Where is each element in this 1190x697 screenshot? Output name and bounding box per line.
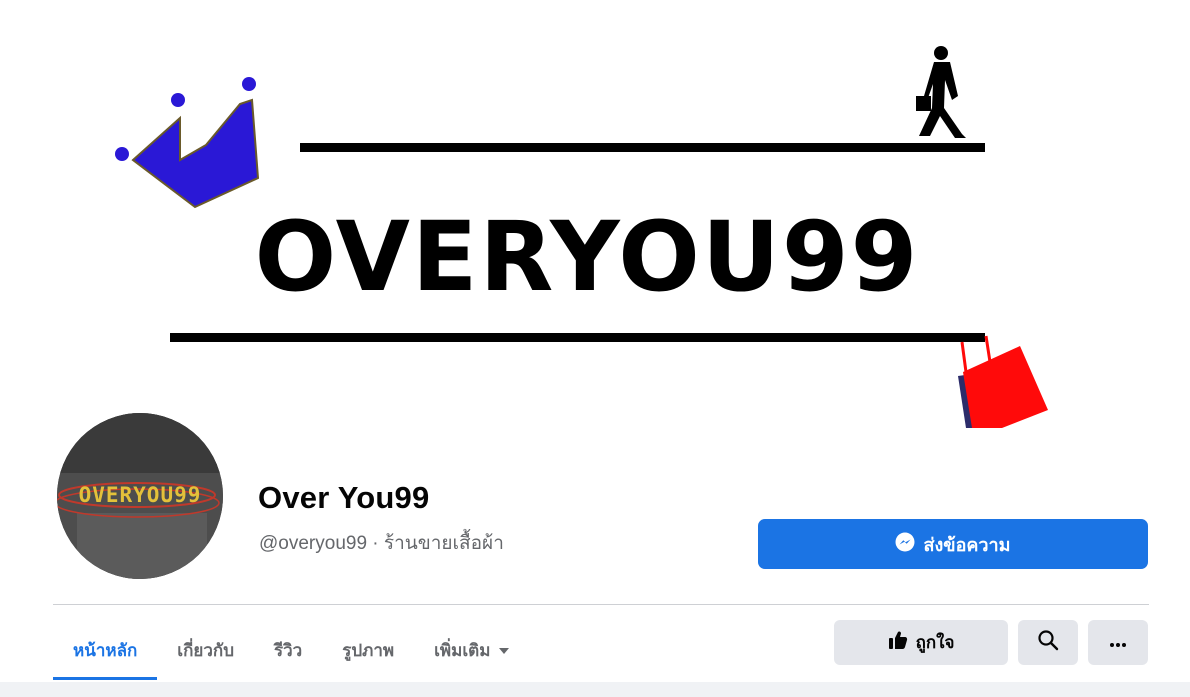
more-options-button[interactable]: [1088, 620, 1148, 665]
messenger-icon: [895, 532, 915, 557]
crown-graphic: [115, 77, 260, 209]
tab-reviews-label: รีวิว: [274, 640, 303, 660]
logo-text: OVERYOU99: [255, 201, 920, 313]
shopping-bags-graphic: [958, 335, 1048, 428]
cover-art: OVERYOU99: [115, 46, 1048, 428]
tab-photos-label: รูปภาพ: [342, 640, 395, 660]
content-background: [0, 682, 1190, 697]
tab-reviews[interactable]: รีวิว: [254, 620, 322, 680]
avatar-logo-text: OVERYOU99: [79, 483, 202, 507]
page-subtitle: @overyou99 · ร้านขายเสื้อผ้า: [259, 533, 504, 554]
tab-photos[interactable]: รูปภาพ: [322, 620, 414, 680]
search-icon: [1037, 629, 1059, 656]
tab-about[interactable]: เกี่ยวกับ: [157, 620, 254, 680]
page-tabs: หน้าหลัก เกี่ยวกับ รีวิว รูปภาพ เพิ่มเติ…: [53, 620, 530, 680]
page-title: Over You99: [258, 480, 430, 515]
profile-avatar[interactable]: OVERYOU99: [57, 413, 223, 579]
avatar-art: OVERYOU99: [57, 413, 223, 579]
more-icon: [1109, 632, 1127, 653]
caret-down-icon: [498, 640, 510, 660]
tab-home-label: หน้าหลัก: [73, 640, 138, 660]
walking-man-graphic: [916, 46, 966, 138]
thumbs-up-icon: [888, 630, 908, 655]
top-rule: [300, 143, 985, 152]
send-message-button[interactable]: ส่งข้อความ: [758, 519, 1148, 569]
like-button[interactable]: ถูกใจ: [834, 620, 1008, 665]
like-label: ถูกใจ: [915, 633, 955, 652]
search-button[interactable]: [1018, 620, 1078, 665]
tab-about-label: เกี่ยวกับ: [177, 640, 234, 660]
cover-photo[interactable]: OVERYOU99: [0, 0, 1190, 428]
tab-more[interactable]: เพิ่มเติม: [414, 620, 530, 680]
send-message-label: ส่งข้อความ: [923, 534, 1011, 555]
tab-home[interactable]: หน้าหลัก: [53, 620, 158, 680]
bottom-rule: [170, 333, 985, 342]
header-divider: [53, 604, 1149, 605]
tab-more-label: เพิ่มเติม: [434, 640, 491, 660]
